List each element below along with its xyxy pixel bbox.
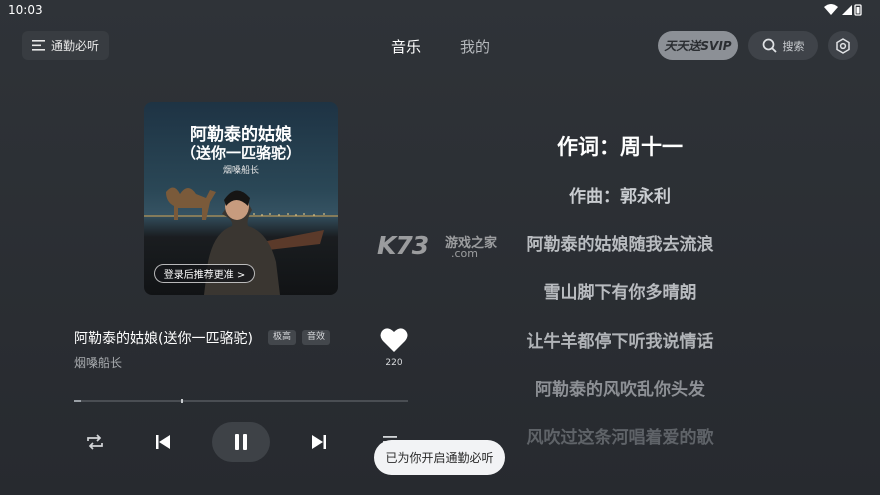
wifi-icon <box>824 4 838 15</box>
watermark-domain: .com <box>451 247 478 260</box>
search-label: 搜索 <box>782 39 805 53</box>
svip-button[interactable]: 天天送SVIP <box>658 31 738 60</box>
search-button[interactable]: 搜索 <box>748 31 818 60</box>
gear-icon <box>836 37 850 54</box>
settings-button[interactable] <box>828 31 858 60</box>
lyric-line: 作曲：郭永利 <box>569 187 671 207</box>
lyric-line: 风吹过这条河唱着爱的歌 <box>526 428 714 448</box>
login-recommend-button[interactable]: 登录后推荐更准 > <box>154 264 255 283</box>
svip-label: 天天送SVIP <box>664 39 732 53</box>
cover-subtitle: （送你一匹骆驼） <box>180 144 301 162</box>
heart-icon <box>380 328 408 352</box>
signal-icon <box>842 5 852 15</box>
quality-badge[interactable]: 极高 <box>268 330 297 345</box>
search-icon <box>762 38 777 53</box>
tab-mine[interactable]: 我的 <box>460 36 490 57</box>
cover-artist: 烟嗓船长 <box>222 166 259 176</box>
pause-button[interactable] <box>212 422 270 462</box>
sound-effect-badge[interactable]: 音效 <box>302 330 331 345</box>
lyric-line: 作词：周十一 <box>557 135 683 159</box>
pause-icon <box>235 434 247 450</box>
previous-button[interactable] <box>151 430 175 454</box>
lyric-line: 雪山脚下有你多晴朗 <box>543 283 697 303</box>
album-cover[interactable]: 阿勒泰的姑娘 （送你一匹骆驼） 烟嗓船长 登录后推荐更准 > <box>144 102 338 295</box>
progress-fill <box>74 400 81 402</box>
lyric-line: 让牛羊都停下听我说情话 <box>526 332 714 352</box>
watermark-brand: K73 <box>377 231 429 260</box>
toast-message: 已为你开启通勤必听 <box>374 440 505 475</box>
progress-buffer-marker <box>180 399 183 403</box>
repeat-button[interactable] <box>83 430 107 454</box>
song-title: 阿勒泰的姑娘(送你一匹骆驼) <box>74 331 253 347</box>
lyric-line: 阿勒泰的姑娘随我去流浪 <box>526 235 714 255</box>
tab-music[interactable]: 音乐 <box>391 36 421 57</box>
boat-silhouette <box>262 230 324 250</box>
commute-button[interactable]: 通勤必听 <box>22 31 109 60</box>
menu-icon <box>31 40 45 51</box>
commute-label: 通勤必听 <box>50 39 99 53</box>
song-artist[interactable]: 烟嗓船长 <box>74 354 122 371</box>
status-bar: 10:03 <box>0 0 880 22</box>
like-button[interactable] <box>380 327 408 353</box>
site-watermark: K73 游戏之家 .com <box>377 229 507 263</box>
skip-next-icon <box>312 435 326 449</box>
lyric-line: 阿勒泰的风吹乱你头发 <box>535 380 705 400</box>
status-time: 10:03 <box>8 3 43 17</box>
skip-previous-icon <box>156 435 170 449</box>
next-button[interactable] <box>307 430 331 454</box>
repeat-icon <box>87 434 103 450</box>
status-icons <box>824 4 862 16</box>
progress-bar[interactable] <box>74 399 408 403</box>
like-count: 220 <box>385 358 403 368</box>
